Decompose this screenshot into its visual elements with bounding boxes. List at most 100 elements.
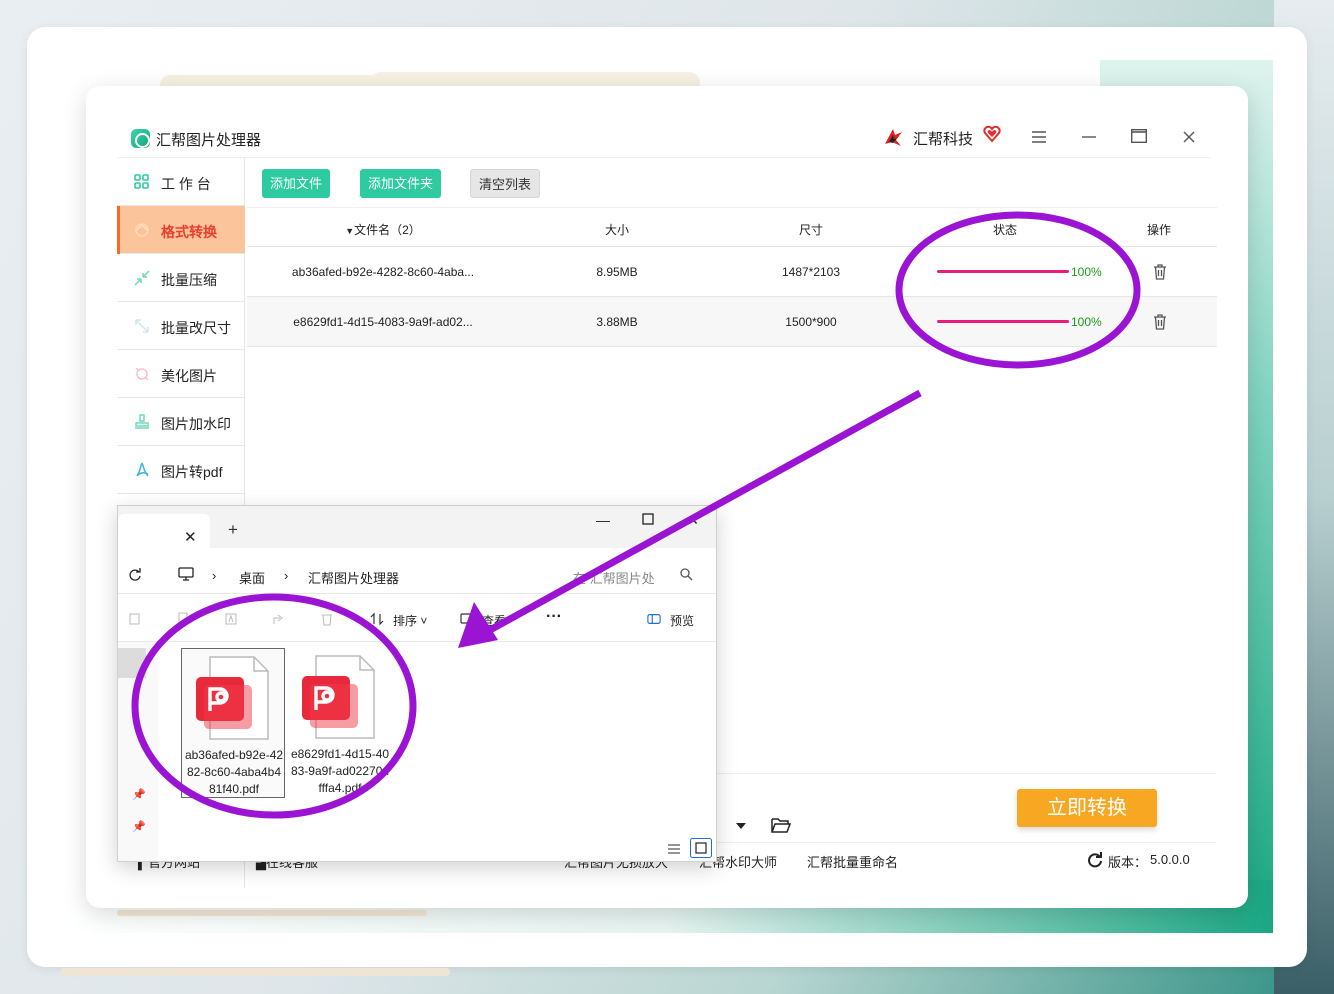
sort-down-icon: ▼ <box>345 226 355 236</box>
file-item[interactable]: ab36afed-b92e-4282-8c60-4aba4b481f40.pdf <box>181 648 285 798</box>
share-icon[interactable] <box>272 612 286 626</box>
column-filename-header[interactable]: ▼文件名（2） <box>345 221 421 238</box>
sidebar-item-to-pdf[interactable]: 图片转pdf <box>117 446 245 494</box>
nav-selected-item[interactable] <box>118 648 146 678</box>
file-dimensions: 1500*900 <box>785 315 837 329</box>
sidebar-item-label: 批量压缩 <box>161 272 217 288</box>
convert-now-button[interactable]: 立即转换 <box>1017 789 1157 827</box>
rename-icon[interactable] <box>224 612 238 626</box>
version-value: 5.0.0.0 <box>1150 852 1190 867</box>
app-logo-icon <box>131 129 150 148</box>
table-row[interactable]: e8629fd1-4d15-4083-9a9f-ad02... 3.88MB 1… <box>247 297 1217 347</box>
sidebar-item-compress[interactable]: 批量压缩 <box>117 254 245 302</box>
title-divider <box>117 157 1211 158</box>
file-size: 8.95MB <box>596 265 638 279</box>
trash-icon[interactable] <box>1153 314 1167 330</box>
brand-logo-icon <box>885 129 902 146</box>
file-name: ab36afed-b92e-4282-8c60-4aba... <box>291 265 475 279</box>
preview-button[interactable]: 预览 <box>670 612 694 629</box>
explorer-tab-bar: ✕ + — ✕ <box>118 506 716 548</box>
column-actions-header: 操作 <box>1146 223 1172 237</box>
add-file-button[interactable]: 添加文件 <box>262 169 331 198</box>
sidebar-item-beautify[interactable]: 美化图片 <box>117 350 245 398</box>
computer-icon[interactable] <box>178 567 194 581</box>
column-size-header[interactable]: 大小 <box>605 221 629 238</box>
column-dimensions-header[interactable]: 尺寸 <box>799 221 823 238</box>
explorer-address-bar: › 桌面 › 汇帮图片处理器 在 汇帮图片处 <box>118 548 716 594</box>
pdf-icon <box>136 462 149 477</box>
explorer-tab[interactable]: ✕ <box>118 514 210 548</box>
explorer-minimize-button[interactable]: — <box>594 512 612 530</box>
app-title: 汇帮图片处理器 <box>156 132 262 149</box>
output-format-dropdown[interactable] <box>726 816 756 836</box>
table-header: ▼文件名（2） 大小 尺寸 状态 操作 <box>247 207 1217 247</box>
trash-icon[interactable] <box>1153 264 1167 280</box>
folder-open-icon[interactable] <box>771 817 791 834</box>
explorer-maximize-button[interactable] <box>639 512 657 530</box>
refresh-icon[interactable] <box>1087 852 1103 868</box>
sidebar-item-convert[interactable]: 格式转换 <box>117 206 245 254</box>
close-tab-icon[interactable]: ✕ <box>184 528 197 546</box>
title-bar: 汇帮图片处理器 汇帮科技 <box>86 86 1248 158</box>
refresh-icon[interactable] <box>128 568 142 582</box>
add-folder-button[interactable]: 添加文件夹 <box>360 169 442 198</box>
view-icon[interactable] <box>460 612 474 626</box>
more-options-button[interactable]: ··· <box>546 608 562 626</box>
clear-list-button[interactable]: 清空列表 <box>470 169 541 198</box>
file-name: ab36afed-b92e-4282-8c60-4aba4b481f40.pdf <box>184 748 284 796</box>
file-dimensions: 1487*2103 <box>781 265 841 279</box>
footer-divider <box>656 842 1216 843</box>
breadcrumb-desktop[interactable]: 桌面 <box>239 568 265 587</box>
brand-name: 汇帮科技 <box>913 131 974 148</box>
sidebar-item-workbench[interactable]: 工 作 台 <box>117 158 245 206</box>
chevron-right-icon: › <box>284 568 289 583</box>
watermark-icon <box>135 414 149 429</box>
maximize-button[interactable] <box>1128 126 1150 148</box>
sidebar-item-label: 美化图片 <box>161 368 217 384</box>
preview-pane-icon[interactable] <box>647 612 661 626</box>
file-item[interactable]: e8629fd1-4d15-4083-9a9f-ad02270dfffa4.pd… <box>288 648 392 798</box>
details-view-icon[interactable] <box>667 842 681 856</box>
explorer-close-button[interactable]: ✕ <box>684 512 702 530</box>
breadcrumb-folder[interactable]: 汇帮图片处理器 <box>308 568 399 587</box>
sidebar-item-label: 格式转换 <box>161 224 217 240</box>
copy-icon[interactable] <box>176 612 190 626</box>
explorer-search-input[interactable]: 在 汇帮图片处 <box>573 568 655 587</box>
resize-icon <box>135 319 149 333</box>
sort-button[interactable]: 排序 ˅ <box>393 612 427 629</box>
file-name: e8629fd1-4d15-4083-9a9f-ad02270dfffa4.pd… <box>290 747 390 795</box>
file-explorer-window: ✕ + — ✕ › 桌面 › 汇帮图片处理器 在 汇帮图片处 排序 ˅ 查看 ·… <box>117 505 717 862</box>
delete-icon[interactable] <box>320 612 334 626</box>
version-label: 版本： <box>1108 855 1148 870</box>
explorer-navigation-pane: 📌 📌 <box>118 642 158 861</box>
minimize-button[interactable] <box>1078 126 1100 148</box>
pdf-file-icon <box>196 656 269 740</box>
progress-bar <box>937 270 1069 273</box>
menu-icon[interactable] <box>1028 126 1050 148</box>
sort-icon[interactable] <box>370 612 384 626</box>
table-row[interactable]: ab36afed-b92e-4282-8c60-4aba... 8.95MB 1… <box>247 247 1217 297</box>
new-tab-icon[interactable]: + <box>228 520 238 540</box>
cut-icon[interactable] <box>128 612 142 626</box>
file-size: 3.88MB <box>596 315 638 329</box>
file-name: e8629fd1-4d15-4083-9a9f-ad02... <box>293 315 473 329</box>
grid-icon <box>134 174 149 189</box>
sidebar-item-label: 批量改尺寸 <box>161 320 231 336</box>
sidebar-item-watermark[interactable]: 图片加水印 <box>117 398 245 446</box>
sidebar-item-label: 工 作 台 <box>161 176 211 192</box>
footer-link-rename[interactable]: 汇帮批量重命名 <box>807 852 898 871</box>
view-button[interactable]: 查看 <box>482 612 506 629</box>
large-icons-view-icon[interactable] <box>690 838 712 858</box>
pin-icon[interactable]: 📌 <box>132 788 146 801</box>
search-icon[interactable] <box>680 568 693 581</box>
close-button[interactable] <box>1178 126 1200 148</box>
explorer-command-bar: 排序 ˅ 查看 ··· 预览 <box>118 594 716 642</box>
sidebar-item-resize[interactable]: 批量改尺寸 <box>117 302 245 350</box>
heart-icon[interactable] <box>983 125 1001 143</box>
column-status-header: 状态 <box>992 223 1018 237</box>
sidebar-item-label: 图片加水印 <box>161 416 231 432</box>
pin-icon[interactable]: 📌 <box>132 820 146 833</box>
progress-percent: 100% <box>1071 315 1102 329</box>
background-decoration <box>60 968 450 976</box>
sidebar-item-label: 图片转pdf <box>161 464 223 480</box>
